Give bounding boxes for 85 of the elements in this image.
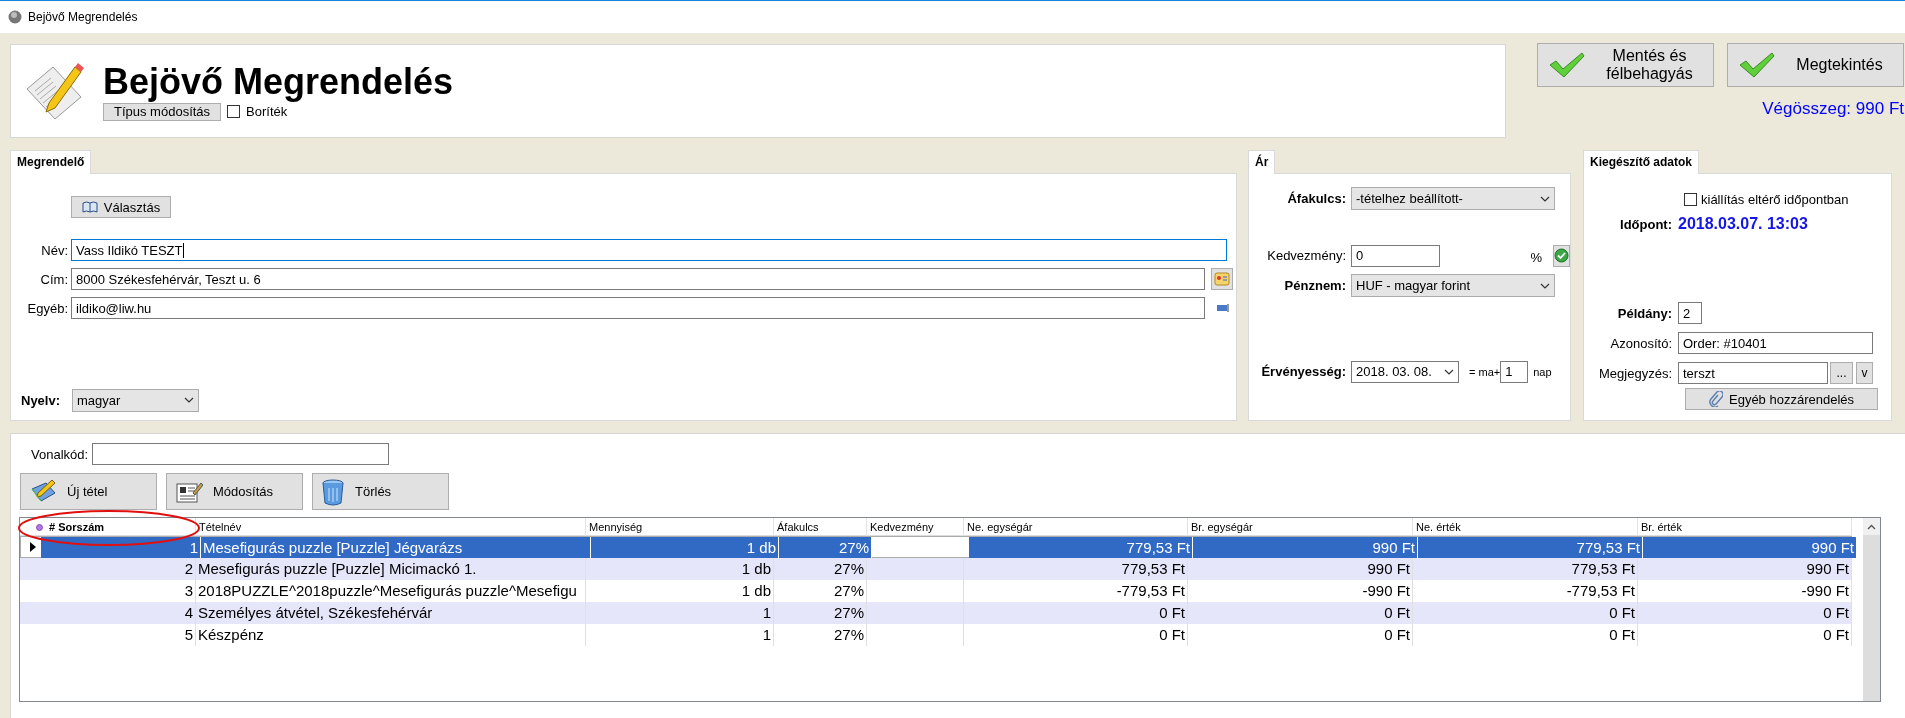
table-cell: 779,53 Ft (969, 536, 1193, 558)
table-cell: 27% (774, 624, 867, 646)
checkbox[interactable] (1684, 192, 1697, 206)
trash-can-icon (321, 477, 345, 506)
checkbox[interactable] (227, 105, 241, 118)
caret-icon (1540, 195, 1550, 202)
timestamp: 2018.03.07. 13:03 (1678, 215, 1808, 233)
scroll-up-icon[interactable] (1867, 523, 1876, 530)
copies-field[interactable]: 2 (1678, 302, 1702, 324)
type-change-button[interactable]: Típus módosítás (103, 102, 222, 121)
table-cell: 779,53 Ft (1418, 536, 1643, 558)
apply-button[interactable] (1553, 244, 1570, 267)
days-field[interactable]: 1 (1500, 360, 1529, 383)
book-icon (81, 201, 98, 213)
language-dropdown[interactable]: magyar (72, 388, 200, 412)
unit-label: nap (1533, 365, 1552, 378)
new-item-button[interactable]: Új tétel (20, 473, 157, 510)
unit-label: % (1529, 250, 1543, 265)
table-row[interactable]: 2 Mesefigurás puzzle [Puzzle] Micimackó 1. 1 db 27% 779,53 Ft 990 Ft 779,53 Ft 990 Ft (20, 558, 1852, 580)
field-label: Megjegyzés: (1598, 365, 1673, 381)
table-cell: 0 Ft (964, 624, 1188, 646)
field-label: Azonosító: (1609, 335, 1673, 351)
save-button[interactable]: Mentés és félbehagyás (1537, 43, 1714, 87)
field-label: Név: (40, 242, 68, 258)
table-cell: 5 (36, 624, 196, 646)
checkbox-label: Boríték (246, 104, 288, 119)
check-icon (1548, 51, 1586, 79)
table-cell: 1 (41, 536, 201, 558)
panel-tab[interactable]: Megrendelő (10, 150, 92, 174)
field-label: Vonalkód: (31, 446, 89, 462)
date-picker[interactable]: 2018. 03. 08. (1351, 360, 1459, 383)
grand-total: Végösszeg: 990 Ft (1761, 99, 1904, 119)
row-pointer-icon (30, 542, 36, 552)
tag-icon[interactable] (1216, 303, 1232, 313)
paperclip-icon (1709, 391, 1723, 407)
identifier-field[interactable]: Order: #10401 (1678, 332, 1873, 354)
scrollbar[interactable] (1863, 518, 1880, 701)
check-icon (1738, 51, 1776, 79)
panel-tab[interactable]: Kiegészítő adatok (1583, 150, 1700, 174)
barcode-field[interactable] (92, 443, 390, 465)
note-field[interactable]: terszt (1678, 362, 1828, 384)
field-label: Példány: (1616, 305, 1673, 321)
address-card-button[interactable] (1211, 268, 1233, 290)
field-label: Érvényesség: (1260, 364, 1347, 379)
more-button[interactable]: ... (1830, 362, 1853, 384)
table-row[interactable]: 4 Személyes átvétel, Székesfehérvár 1 27% 0 Ft 0 Ft 0 Ft 0 Ft (20, 602, 1852, 624)
preview-button[interactable]: Megtekintés (1727, 43, 1904, 87)
text-field[interactable]: Vass Ildikó TESZT (71, 239, 1227, 261)
currency-dropdown[interactable]: HUF - magyar forint (1351, 274, 1555, 297)
table-cell: 27% (779, 536, 872, 558)
caret-icon (1540, 282, 1550, 289)
table-cell: 0 Ft (1188, 624, 1413, 646)
page-title: Bejövő Megrendelés (103, 61, 454, 102)
dot-icon (36, 523, 43, 531)
field-label: Időpont: (1619, 216, 1673, 232)
text-field[interactable]: 8000 Székesfehérvár, Teszt u. 6 (71, 268, 1205, 290)
checkbox-label: kiállítás eltérő időpontban (1701, 191, 1849, 207)
choose-button[interactable]: Választás (71, 196, 171, 218)
discount-field[interactable]: 0 (1351, 244, 1440, 267)
dropdown-button[interactable]: v (1856, 362, 1873, 384)
attach-button[interactable]: Egyéb hozzárendelés (1685, 388, 1878, 410)
delete-button[interactable]: Törlés (312, 473, 449, 510)
table-cell: 1 db (591, 536, 779, 558)
field-label: Pénznem: (1283, 278, 1347, 293)
app-icon (8, 10, 22, 24)
table-cell: Mesefigurás puzzle [Puzzle] Jégvarázs (201, 536, 591, 558)
table-cell: 0 Ft (1638, 624, 1852, 646)
panel-tab[interactable]: Ár (1248, 150, 1276, 174)
field-label: Cím: (39, 271, 68, 287)
table-cell: 1 (586, 624, 774, 646)
field-label: Áfakulcs: (1286, 191, 1347, 206)
caret-icon (1444, 368, 1454, 375)
table-cell: Készpénz (196, 624, 586, 646)
vat-dropdown[interactable]: -tételhez beállított- (1351, 187, 1555, 210)
days-prefix: = ma+ (1469, 365, 1501, 378)
field-label: Egyéb: (26, 300, 68, 316)
field-label: Kedvezmény: (1266, 248, 1347, 263)
field-label: Nyelv: (21, 392, 61, 408)
edit-button[interactable]: Módosítás (166, 473, 303, 510)
caret-icon (184, 397, 195, 403)
window-title: Bejövő Megrendelés (28, 10, 138, 24)
table-cell: 990 Ft (1643, 536, 1857, 558)
table-cell: 0 Ft (1413, 624, 1638, 646)
table-cell: 990 Ft (1193, 536, 1418, 558)
text-field[interactable]: ildiko@liw.hu (71, 297, 1205, 319)
